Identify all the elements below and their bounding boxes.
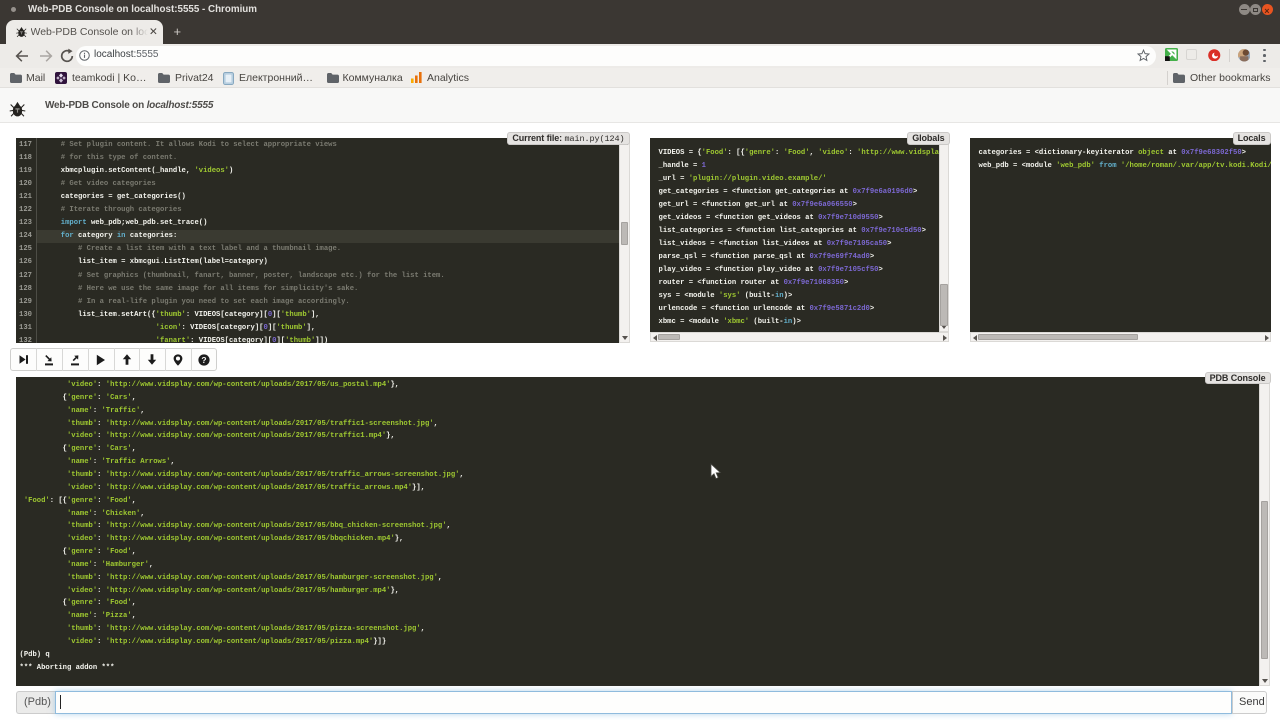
svg-text:?: ? <box>202 355 207 365</box>
